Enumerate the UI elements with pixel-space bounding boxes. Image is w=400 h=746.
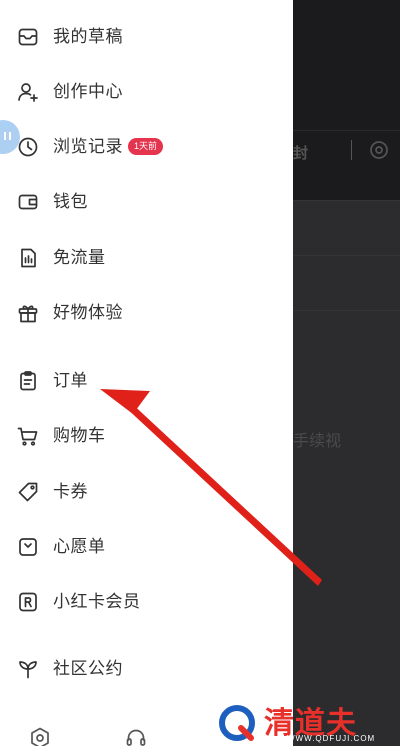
background-tab-text: 封 — [293, 145, 309, 162]
clipboard-icon — [16, 369, 40, 393]
menu-item-label: 好物体验 — [53, 303, 123, 322]
menu-item-label: 我的草稿 — [53, 27, 123, 46]
watermark-logo-icon — [218, 704, 256, 742]
watermark-url: WWW.QDFUJI.COM — [287, 734, 376, 743]
clock-icon — [16, 135, 40, 159]
menu-item-label: 心愿单 — [53, 537, 106, 556]
recent-badge: 1天前 — [128, 138, 164, 155]
menu-item-goods-trial[interactable]: 好物体验 — [0, 293, 293, 333]
menu-item-creator[interactable]: 创作中心 — [0, 72, 293, 112]
menu-item-data-saver[interactable]: 免流量 — [0, 238, 293, 278]
menu-item-label: 社区公约 — [53, 659, 123, 678]
background-settings-icon — [367, 138, 391, 162]
dimmed-background-page[interactable]: 封 手续视 — [293, 0, 400, 746]
watermark: 清道夫 WWW.QDFUJI.COM — [214, 700, 394, 746]
menu-item-coupons[interactable]: 卡券 — [0, 472, 293, 512]
menu-item-label: 订单 — [53, 371, 88, 390]
menu-item-orders[interactable]: 订单 — [0, 361, 293, 401]
drafts-icon — [16, 25, 40, 49]
menu-item-history[interactable]: 浏览记录 1天前 — [0, 127, 293, 167]
headset-icon[interactable] — [124, 726, 148, 746]
menu-item-label: 购物车 — [53, 426, 106, 445]
menu-item-label: 钱包 — [53, 192, 88, 211]
settings-icon[interactable] — [28, 726, 52, 746]
background-divider — [351, 140, 352, 160]
menu-item-wallet[interactable]: 钱包 — [0, 182, 293, 222]
menu-item-label: 浏览记录 — [53, 137, 123, 156]
side-drawer: 我的草稿 创作中心 浏览记录 1天前 钱包 免流量 好物体验 订单 购物车 卡券… — [0, 0, 293, 746]
menu-item-cart[interactable]: 购物车 — [0, 416, 293, 456]
wallet-icon — [16, 190, 40, 214]
menu-item-label: 小红卡会员 — [53, 592, 141, 611]
tag-icon — [16, 480, 40, 504]
menu-item-community-rules[interactable]: 社区公约 — [0, 649, 293, 689]
r-badge-icon — [16, 590, 40, 614]
wish-icon — [16, 535, 40, 559]
menu-item-label: 创作中心 — [53, 82, 123, 101]
menu-item-membership[interactable]: 小红卡会员 — [0, 582, 293, 622]
sprout-icon — [16, 657, 40, 681]
menu-item-label: 免流量 — [53, 248, 106, 267]
data-icon — [16, 246, 40, 270]
user-add-icon — [16, 80, 40, 104]
menu-item-label: 卡券 — [53, 482, 88, 501]
menu-item-drafts[interactable]: 我的草稿 — [0, 17, 293, 57]
menu-item-wishlist[interactable]: 心愿单 — [0, 527, 293, 567]
background-row-divider — [293, 310, 400, 311]
background-row-divider — [293, 255, 400, 256]
background-text: 手续视 — [293, 433, 342, 450]
gift-icon — [16, 301, 40, 325]
cart-icon — [16, 424, 40, 448]
background-row-divider — [293, 200, 400, 201]
